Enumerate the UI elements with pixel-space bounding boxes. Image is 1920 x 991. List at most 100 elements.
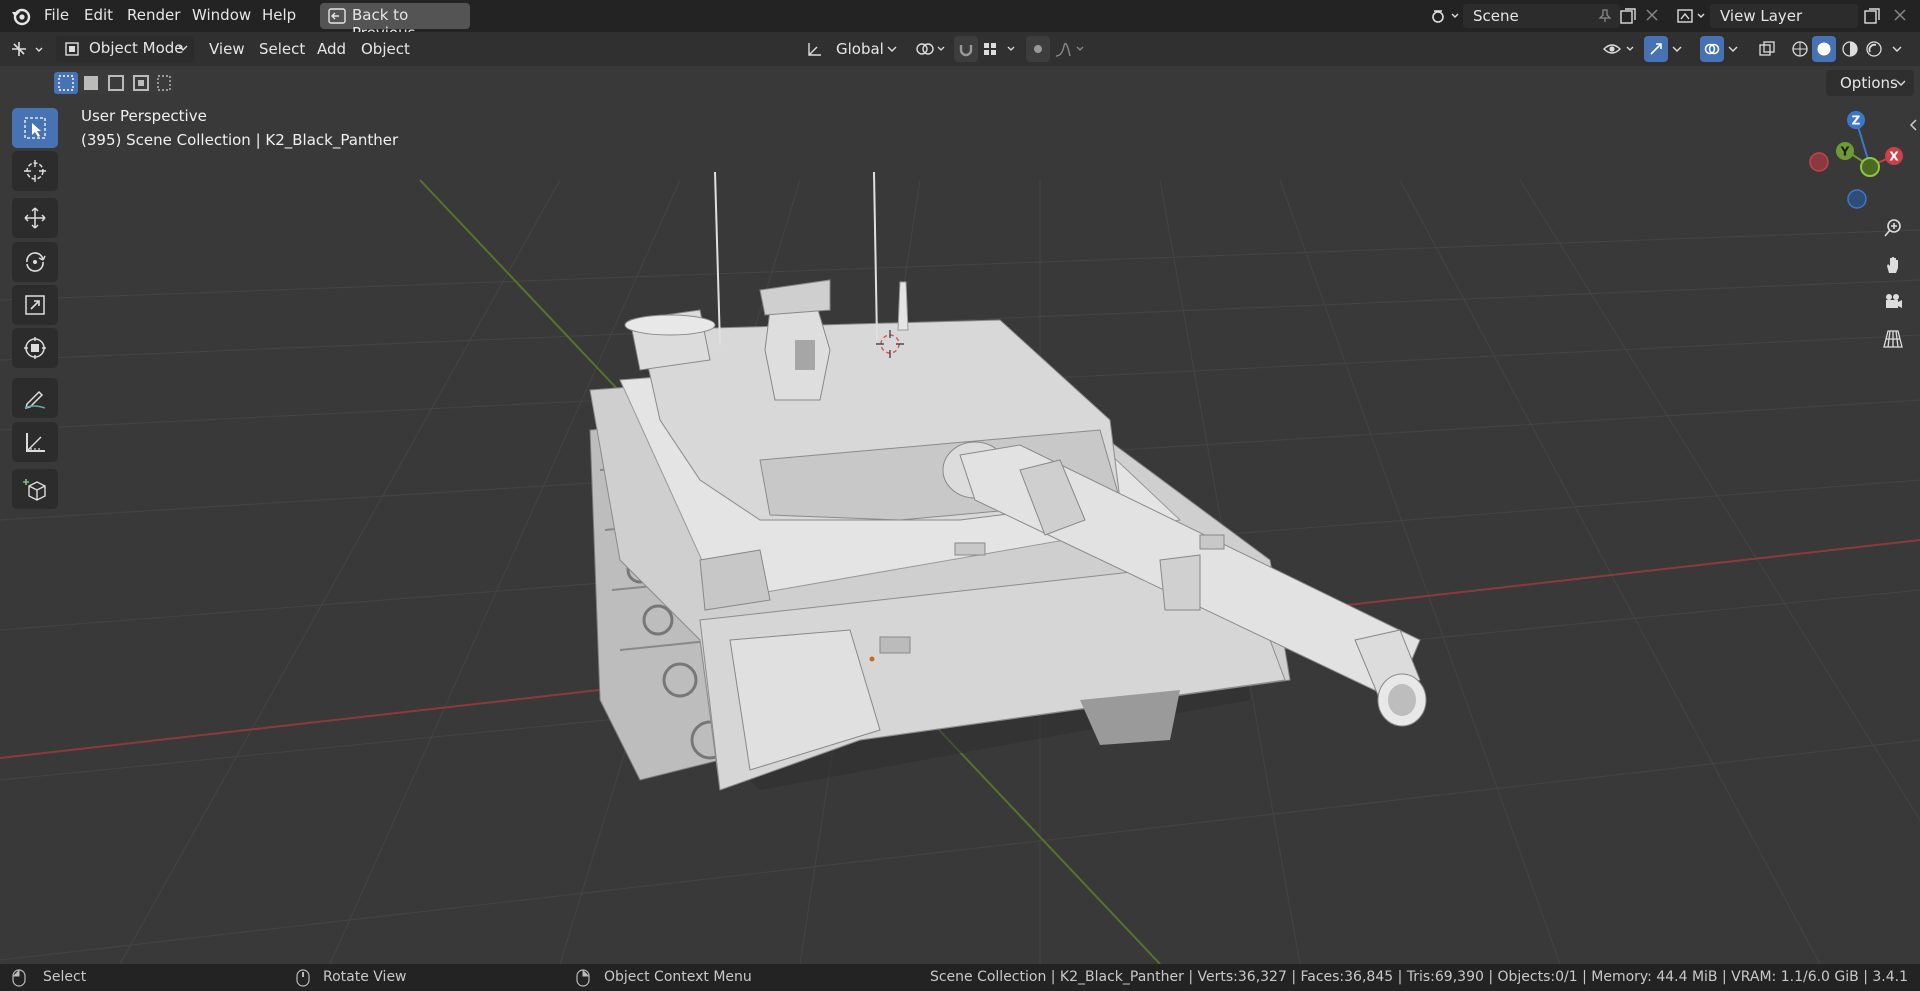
- solid-shading-button[interactable]: [1812, 36, 1836, 62]
- menu-render[interactable]: Render: [127, 6, 180, 24]
- proportional-editing-toggle[interactable]: [1026, 36, 1050, 62]
- pin-icon[interactable]: [1598, 9, 1612, 23]
- chevron-down-icon[interactable]: [1728, 46, 1738, 54]
- solid-shading-icon: [1817, 42, 1831, 56]
- menu-help[interactable]: Help: [262, 6, 296, 24]
- overlays-icon: [1704, 43, 1720, 55]
- zoom-button[interactable]: [1876, 211, 1910, 245]
- top-menu-bar: File Edit Render Window Help Back to Pre…: [0, 0, 1920, 42]
- rotate-icon: [26, 252, 46, 272]
- viewport-scene: [0, 171, 1920, 964]
- status-bar: Select Rotate View Object Context Menu S…: [0, 964, 1920, 991]
- snap-toggle[interactable]: [954, 36, 978, 62]
- transform-tool[interactable]: [12, 328, 58, 368]
- camera-icon: [1886, 294, 1902, 308]
- delete-scene-icon[interactable]: [1645, 8, 1659, 22]
- neg-x-axis-bubble[interactable]: [1809, 152, 1829, 172]
- rotate-tool[interactable]: [12, 242, 58, 282]
- chevron-down-icon: [178, 45, 188, 51]
- scene-name: Scene: [1473, 7, 1519, 25]
- overlays-toggle[interactable]: [1700, 36, 1724, 62]
- pivot-point-icon[interactable]: [914, 40, 948, 58]
- menu-select[interactable]: Select: [259, 40, 305, 58]
- snap-target-icon[interactable]: [982, 41, 1020, 59]
- view-layer-icon[interactable]: [1676, 7, 1708, 25]
- cursor-tool[interactable]: [12, 151, 58, 191]
- new-scene-icon[interactable]: [1618, 6, 1638, 26]
- menu-object[interactable]: Object: [361, 40, 410, 58]
- menu-file[interactable]: File: [44, 6, 69, 24]
- left-mouse-icon: [12, 969, 26, 987]
- add-cube-tool[interactable]: [12, 469, 58, 509]
- scale-tool[interactable]: [12, 285, 58, 325]
- transform-orientation-icon[interactable]: [806, 40, 824, 58]
- pan-button[interactable]: [1876, 248, 1910, 282]
- neg-z-axis-bubble[interactable]: [1847, 189, 1867, 209]
- hand-icon: [1887, 257, 1898, 273]
- chevron-down-icon: [1896, 80, 1906, 86]
- measure-tool[interactable]: [12, 422, 58, 462]
- viewport-header: Object Mode View Select Add Object Globa…: [0, 32, 1920, 66]
- transform-icon: [24, 337, 46, 359]
- perspective-toggle-button[interactable]: [1876, 322, 1910, 356]
- back-to-previous-button[interactable]: Back to Previous: [320, 3, 470, 42]
- annotate-tool[interactable]: [12, 378, 58, 418]
- middle-mouse-icon: [296, 969, 310, 987]
- material-preview-icon[interactable]: [1840, 40, 1860, 58]
- right-mouse-icon: [576, 969, 590, 987]
- x-axis-label: X: [1889, 150, 1899, 164]
- gizmo-toggle[interactable]: [1644, 36, 1668, 62]
- transform-orientation-label[interactable]: Global: [836, 40, 884, 58]
- menu-window[interactable]: Window: [192, 6, 251, 24]
- collection-info-label: (395) Scene Collection | K2_Black_Panthe…: [81, 131, 399, 149]
- scene-statistics: Scene Collection | K2_Black_Panther | Ve…: [929, 969, 1908, 985]
- camera-view-button[interactable]: [1876, 285, 1910, 319]
- y-axis-label: Y: [1840, 145, 1850, 159]
- mode-label: Object Mode: [89, 39, 184, 57]
- options-dropdown[interactable]: Options: [1826, 70, 1914, 96]
- chevron-down-icon[interactable]: [887, 46, 897, 54]
- delete-view-layer-icon[interactable]: [1893, 8, 1907, 22]
- navigation-gizmo[interactable]: Z Y X: [1800, 105, 1910, 215]
- add-cube-icon: [23, 479, 46, 501]
- visibility-icon[interactable]: [1602, 40, 1638, 58]
- view-layer-name: View Layer: [1720, 7, 1803, 25]
- editor-type-icon[interactable]: [10, 40, 50, 60]
- 3d-viewport[interactable]: [0, 32, 1920, 964]
- scale-icon: [25, 295, 45, 315]
- view-layer-field[interactable]: View Layer: [1710, 4, 1858, 28]
- zoom-icon: [1884, 219, 1901, 237]
- grid-perspective-icon: [1883, 330, 1903, 348]
- selection-mode-group: [54, 72, 174, 94]
- select-cursor-icon: [24, 117, 46, 139]
- neg-y-axis-bubble[interactable]: [1860, 157, 1880, 177]
- mode-selector[interactable]: Object Mode: [56, 36, 194, 62]
- menu-add[interactable]: Add: [317, 40, 346, 58]
- menu-edit[interactable]: Edit: [84, 6, 113, 24]
- status-context-menu-hint: Object Context Menu: [604, 969, 752, 985]
- move-icon: [24, 207, 46, 229]
- proportional-edit-icon: [1034, 45, 1042, 53]
- chevron-down-icon[interactable]: [1672, 46, 1682, 54]
- scene-name-field[interactable]: Scene: [1463, 4, 1620, 28]
- menu-view[interactable]: View: [209, 40, 245, 58]
- tank-model[interactable]: [589, 171, 1427, 791]
- scene-selector-icon[interactable]: [1430, 7, 1462, 25]
- 3d-cursor-icon: [24, 160, 46, 182]
- new-view-layer-icon[interactable]: [1862, 6, 1882, 26]
- ruler-icon: [26, 433, 45, 452]
- blender-logo-icon[interactable]: [10, 5, 32, 27]
- chevron-down-icon[interactable]: [1892, 46, 1902, 54]
- select-box-tool[interactable]: [12, 108, 58, 148]
- selection-mode-icons[interactable]: [54, 72, 174, 94]
- xray-toggle-icon[interactable]: [1758, 40, 1776, 58]
- rendered-shading-icon[interactable]: [1864, 40, 1884, 58]
- wireframe-shading-icon[interactable]: [1790, 40, 1810, 58]
- sidebar-toggle-icon[interactable]: [1908, 118, 1918, 132]
- options-label: Options: [1840, 74, 1898, 92]
- move-tool[interactable]: [12, 198, 58, 238]
- falloff-curve-icon[interactable]: [1054, 40, 1088, 58]
- back-icon: [328, 8, 346, 24]
- status-rotate-hint: Rotate View: [323, 969, 407, 985]
- object-mode-icon: [65, 42, 79, 56]
